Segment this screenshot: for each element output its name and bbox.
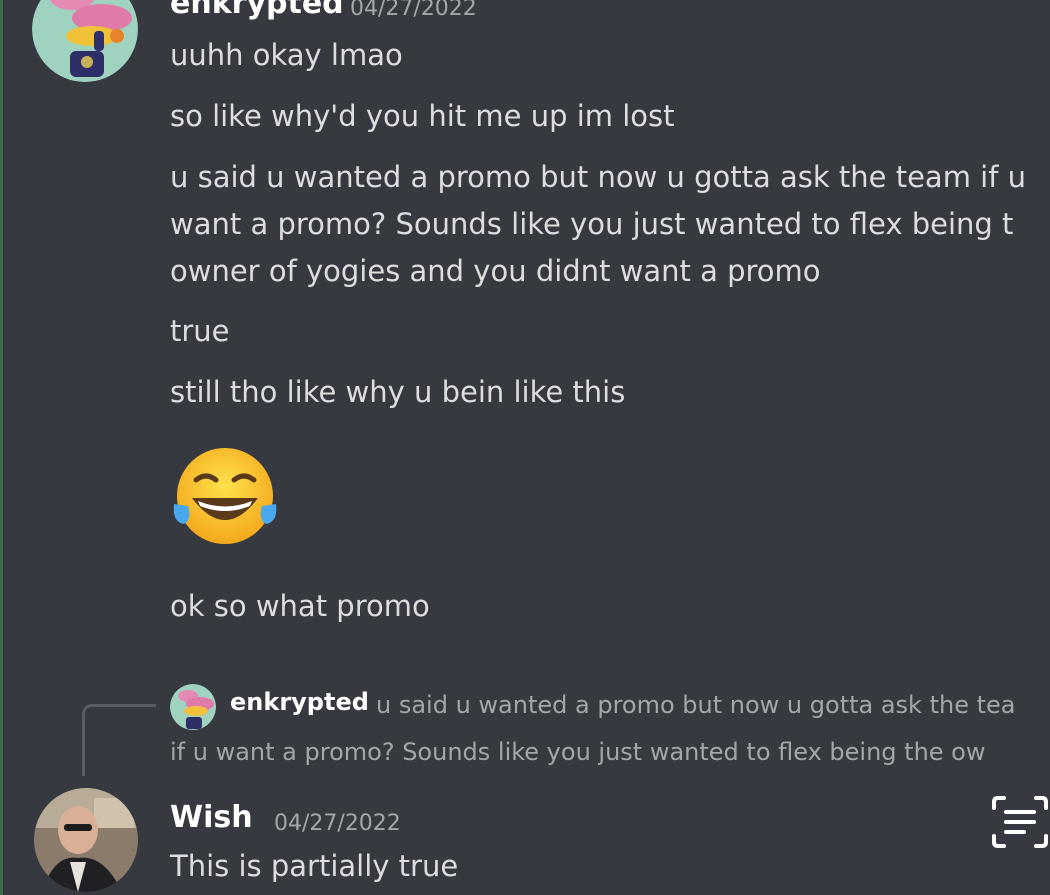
message-line: This is partially true	[170, 849, 459, 883]
scan-text-icon[interactable]	[990, 790, 1050, 854]
message-timestamp: 04/27/2022	[274, 811, 401, 836]
window-edge	[0, 0, 3, 895]
message-line: so like why'd you hit me up im lost	[170, 99, 675, 133]
message-timestamp: 04/27/2022	[350, 0, 477, 21]
reply-author[interactable]: enkrypted	[230, 688, 369, 716]
reply-avatar-enkrypted[interactable]	[170, 684, 216, 730]
reply-preview-line[interactable]: u said u wanted a promo but now u gotta …	[376, 691, 1015, 719]
avatar-wish[interactable]	[34, 788, 138, 892]
message-line: ok so what promo	[170, 589, 430, 623]
reply-preview-line[interactable]: if u want a promo? Sounds like you just …	[170, 738, 986, 766]
author-name[interactable]: Wish	[170, 800, 253, 835]
message-line: u said u wanted a promo but now u gotta …	[170, 160, 1027, 194]
message-line: true	[170, 314, 230, 348]
avatar-enkrypted[interactable]	[32, 0, 138, 82]
message-line: want a promo? Sounds like you just wante…	[170, 207, 1014, 241]
tears-of-joy-emoji	[170, 446, 280, 554]
author-name[interactable]: enkrypted	[170, 0, 344, 21]
message-line: owner of yogies and you didnt want a pro…	[170, 254, 821, 288]
message-line: uuhh okay lmao	[170, 38, 403, 72]
message-line: still tho like why u bein like this	[170, 375, 626, 409]
reply-connector	[82, 704, 156, 776]
